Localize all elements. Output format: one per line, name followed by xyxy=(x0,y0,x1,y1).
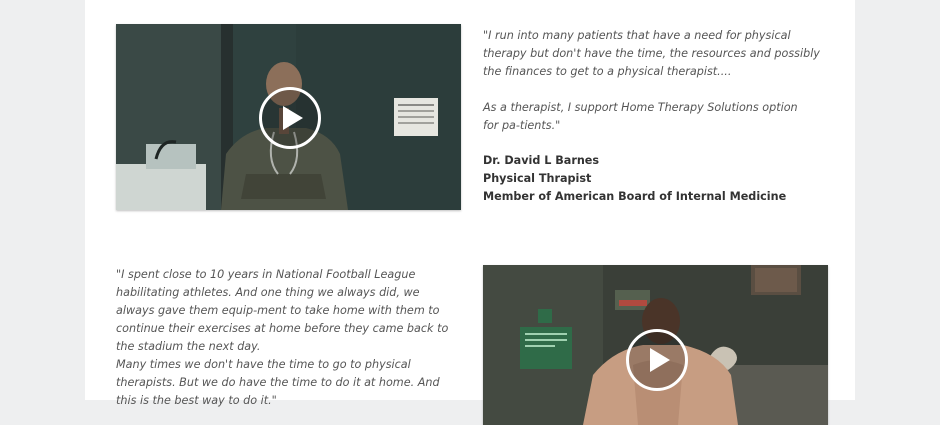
content-panel: "I run into many patients that have a ne… xyxy=(85,0,855,425)
testimonial-2-video[interactable] xyxy=(483,265,828,425)
testimonial-2-quote-paragraph-1: "I spent close to 10 years in National F… xyxy=(116,268,449,353)
author-title: Physical Thrapist xyxy=(483,172,592,185)
testimonial-1-quote-paragraph-2: As a therapist, I support Home Therapy S… xyxy=(483,101,798,132)
play-button[interactable] xyxy=(626,329,688,391)
author-name: Dr. David L Barnes xyxy=(483,154,600,167)
play-icon xyxy=(283,106,303,130)
testimonial-1: "I run into many patients that have a ne… xyxy=(85,0,855,240)
testimonial-2: "I spent close to 10 years in National F… xyxy=(85,240,855,425)
testimonial-1-video[interactable] xyxy=(116,24,461,210)
testimonial-2-quote-paragraph-2: Many times we don't have the time to go … xyxy=(116,358,440,407)
author-affiliation: Member of American Board of Internal Med… xyxy=(483,190,787,203)
play-button[interactable] xyxy=(259,87,321,149)
play-icon xyxy=(650,348,670,372)
testimonial-1-quote-paragraph-1: "I run into many patients that have a ne… xyxy=(483,29,820,78)
